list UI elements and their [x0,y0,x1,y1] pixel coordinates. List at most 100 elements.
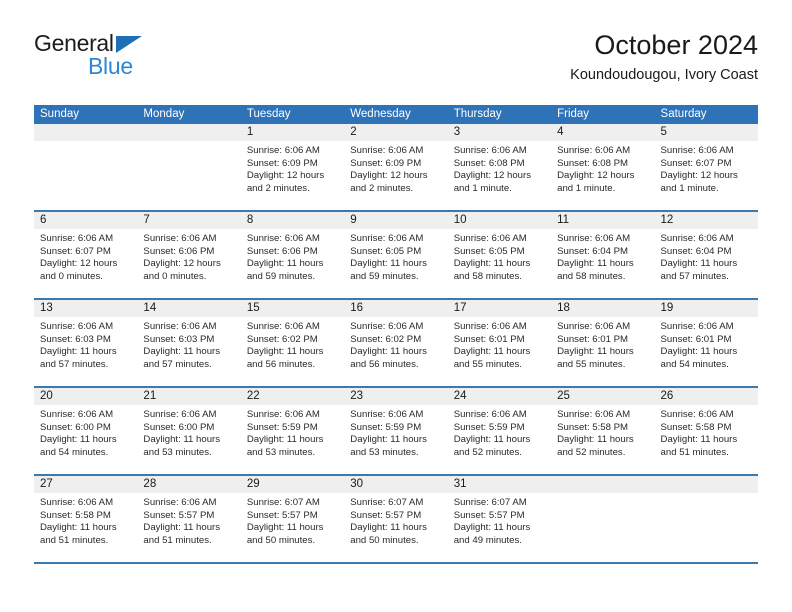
day-number-band [137,124,241,141]
calendar-day-cell[interactable]: 23 Sunrise: 6:06 AM Sunset: 5:59 PM Dayligh… [344,388,448,474]
calendar-day-cell[interactable]: 13 Sunrise: 6:06 AM Sunset: 6:03 PM Dayligh… [34,300,138,386]
calendar-day-cell[interactable]: 9 Sunrise: 6:06 AM Sunset: 6:05 PM Daylight… [344,212,448,298]
calendar-day-cell[interactable]: 30 Sunrise: 6:07 AM Sunset: 5:57 PM Dayligh… [344,476,448,562]
calendar-day-cell[interactable]: 11 Sunrise: 6:06 AM Sunset: 6:04 PM Dayligh… [551,212,655,298]
day-number-band: 13 [34,300,138,317]
sunset-text: Sunset: 6:09 PM [246,157,318,169]
daylight-text-line2: and 49 minutes. [453,534,522,546]
calendar-day-cell[interactable]: 28 Sunrise: 6:06 AM Sunset: 5:57 PM Dayligh… [137,476,241,562]
calendar-day-cell[interactable]: 2 Sunrise: 6:06 AM Sunset: 6:09 PM Daylight… [344,124,448,210]
day-number: 18 [557,302,570,314]
day-number-band: 5 [654,124,758,141]
calendar-day-cell[interactable]: 20 Sunrise: 6:06 AM Sunset: 6:00 PM Dayligh… [34,388,138,474]
daylight-text-line1: Daylight: 11 hours [246,434,324,446]
daylight-text-line1: Daylight: 12 hours [453,170,532,182]
sunset-text: Sunset: 5:59 PM [453,421,525,433]
daylight-text-line1: Daylight: 12 hours [350,170,428,182]
day-number-band: 4 [551,124,655,141]
day-number: 28 [143,478,157,490]
calendar-day-cell[interactable]: 26 Sunrise: 6:06 AM Sunset: 5:58 PM Dayligh… [654,388,758,474]
daylight-text-line1: Daylight: 11 hours [143,434,221,446]
day-number: 6 [40,214,47,226]
calendar-day-cell[interactable]: 31 Sunrise: 6:07 AM Sunset: 5:57 PM Dayligh… [447,476,552,562]
calendar-day-cell[interactable]: 5 Sunrise: 6:06 AM Sunset: 6:07 PM Daylight… [654,124,758,210]
day-details: Sunrise: 6:06 AM Sunset: 6:04 PM Daylight:… [655,229,758,283]
sunset-text: Sunset: 6:08 PM [557,157,629,169]
day-details: Sunrise: 6:06 AM Sunset: 6:04 PM Daylight:… [551,229,654,283]
calendar-day-cell[interactable]: 6 Sunrise: 6:06 AM Sunset: 6:07 PM Daylight… [34,212,138,298]
daylight-text-line1: Daylight: 11 hours [350,522,427,534]
daylight-text-line2: and 51 minutes. [143,534,212,546]
day-number-band: 10 [447,212,552,229]
calendar-day-cell[interactable]: 4 Sunrise: 6:06 AM Sunset: 6:08 PM Daylight… [551,124,655,210]
sunset-text: Sunset: 6:05 PM [350,245,422,257]
daylight-text-line2: and 56 minutes. [246,358,316,370]
calendar-day-cell[interactable]: 15 Sunrise: 6:06 AM Sunset: 6:02 PM Dayligh… [240,300,345,386]
day-number-band: 29 [240,476,345,493]
day-number-band: 6 [34,212,138,229]
daylight-text-line2: and 51 minutes. [660,446,729,458]
calendar-day-cell[interactable]: 25 Sunrise: 6:06 AM Sunset: 5:58 PM Dayligh… [551,388,655,474]
calendar-week-row: 13 Sunrise: 6:06 AM Sunset: 6:03 PM Dayligh… [34,300,758,388]
calendar-day-cell[interactable]: 24 Sunrise: 6:06 AM Sunset: 5:59 PM Dayligh… [447,388,552,474]
sunset-text: Sunset: 5:57 PM [143,509,215,521]
calendar-day-cell[interactable]: 7 Sunrise: 6:06 AM Sunset: 6:06 PM Daylight… [137,212,241,298]
daylight-text-line1: Daylight: 11 hours [453,346,531,358]
day-number-band: 15 [240,300,345,317]
daylight-text-line2: and 57 minutes. [143,358,212,370]
day-number-band: 31 [447,476,552,493]
day-number-band: 22 [240,388,345,405]
day-number: 24 [453,390,467,402]
calendar-day-cell[interactable]: 8 Sunrise: 6:06 AM Sunset: 6:06 PM Daylight… [240,212,345,298]
calendar-day-cell[interactable]: 29 Sunrise: 6:07 AM Sunset: 5:57 PM Dayligh… [240,476,345,562]
sunrise-text: Sunrise: 6:06 AM [40,233,114,244]
sunrise-text: Sunrise: 6:06 AM [660,145,734,156]
calendar-day-cell[interactable]: 18 Sunrise: 6:06 AM Sunset: 6:01 PM Dayligh… [551,300,655,386]
daylight-text-line1: Daylight: 12 hours [660,170,738,182]
daylight-text-line2: and 1 minute. [660,182,719,194]
calendar-day-cell[interactable]: 3 Sunrise: 6:06 AM Sunset: 6:08 PM Daylight… [447,124,552,210]
day-number: 7 [143,214,150,226]
sunset-text: Sunset: 6:08 PM [453,157,525,169]
sunrise-text: Sunrise: 6:06 AM [246,233,320,244]
sunrise-text: Sunrise: 6:06 AM [40,409,114,420]
day-details: Sunrise: 6:06 AM Sunset: 6:05 PM Daylight:… [344,229,447,283]
calendar-day-cell[interactable]: 10 Sunrise: 6:06 AM Sunset: 6:05 PM Dayligh… [447,212,552,298]
sunset-text: Sunset: 5:57 PM [453,509,525,521]
sunset-text: Sunset: 6:06 PM [246,245,318,257]
sunset-text: Sunset: 5:57 PM [350,509,422,521]
sunrise-text: Sunrise: 6:06 AM [246,409,320,420]
calendar-day-cell[interactable]: 21 Sunrise: 6:06 AM Sunset: 6:00 PM Dayligh… [137,388,241,474]
daylight-text-line2: and 1 minute. [557,182,616,194]
sunset-text: Sunset: 5:57 PM [246,509,318,521]
calendar-cell-empty [654,476,758,562]
page-header: General Blue October 2024 Koundoudougou,… [34,30,758,92]
calendar-day-cell[interactable]: 22 Sunrise: 6:06 AM Sunset: 5:59 PM Dayligh… [240,388,345,474]
calendar-day-cell[interactable]: 16 Sunrise: 6:06 AM Sunset: 6:02 PM Dayligh… [344,300,448,386]
day-details: Sunrise: 6:06 AM Sunset: 5:59 PM Daylight:… [344,405,447,459]
daylight-text-line1: Daylight: 11 hours [246,522,324,534]
calendar-day-cell[interactable]: 1 Sunrise: 6:06 AM Sunset: 6:09 PM Daylight… [240,124,345,210]
day-number-band [551,476,655,493]
day-details: Sunrise: 6:06 AM Sunset: 6:09 PM Daylight:… [241,141,344,195]
calendar-day-cell[interactable]: 27 Sunrise: 6:06 AM Sunset: 5:58 PM Dayligh… [34,476,138,562]
calendar-day-cell[interactable]: 12 Sunrise: 6:06 AM Sunset: 6:04 PM Dayligh… [654,212,758,298]
daylight-text-line1: Daylight: 11 hours [453,434,531,446]
day-details: Sunrise: 6:06 AM Sunset: 6:08 PM Daylight:… [448,141,551,195]
calendar-day-cell[interactable]: 14 Sunrise: 6:06 AM Sunset: 6:03 PM Dayligh… [137,300,241,386]
day-details: Sunrise: 6:06 AM Sunset: 5:58 PM Daylight:… [34,493,137,547]
daylight-text-line1: Daylight: 11 hours [557,258,634,270]
general-blue-logo: General Blue [34,30,164,88]
weekday-header-saturday: Saturday [660,108,707,120]
sunrise-text: Sunrise: 6:06 AM [557,409,631,420]
sunset-text: Sunset: 5:58 PM [40,509,111,521]
sunset-text: Sunset: 6:03 PM [40,333,111,345]
daylight-text-line1: Daylight: 12 hours [246,170,325,182]
calendar-day-cell[interactable]: 17 Sunrise: 6:06 AM Sunset: 6:01 PM Dayligh… [447,300,552,386]
daylight-text-line2: and 59 minutes. [350,270,419,282]
weekday-header-wednesday: Wednesday [350,108,411,120]
sunrise-text: Sunrise: 6:06 AM [453,233,527,244]
sunrise-text: Sunrise: 6:06 AM [557,321,631,332]
day-details: Sunrise: 6:06 AM Sunset: 6:06 PM Daylight:… [137,229,240,283]
calendar-day-cell[interactable]: 19 Sunrise: 6:06 AM Sunset: 6:01 PM Dayligh… [654,300,758,386]
